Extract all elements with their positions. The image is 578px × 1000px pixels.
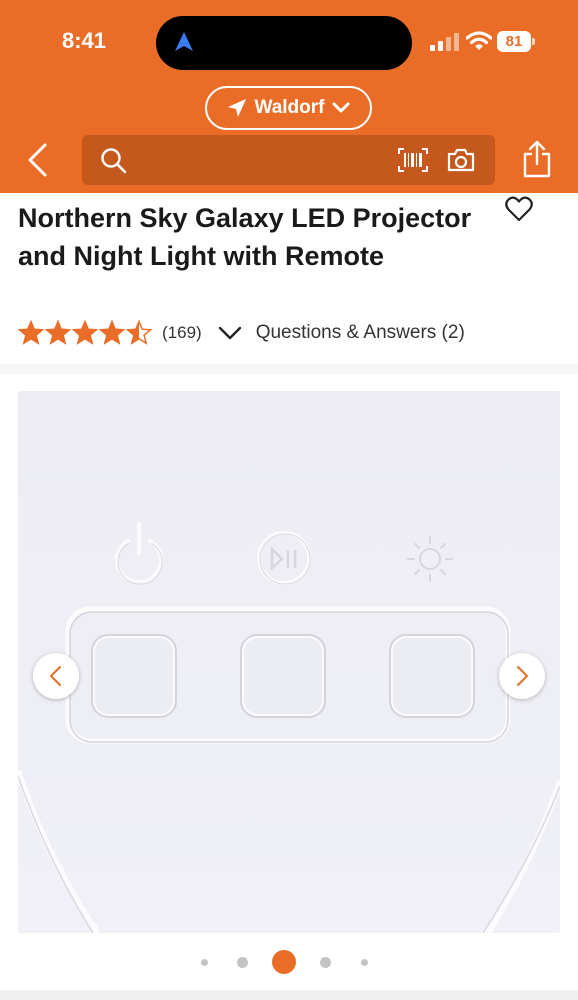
pagination-dot[interactable] (201, 959, 208, 966)
search-input[interactable] (138, 145, 388, 175)
product-image[interactable] (18, 391, 560, 933)
star-full-icon (45, 320, 71, 345)
app-header: 8:41 81 Waldorf (0, 0, 578, 193)
store-location-label: Waldorf (254, 97, 325, 118)
share-icon[interactable] (522, 140, 552, 178)
brightness-symbol-embossed (407, 536, 453, 582)
rating-row[interactable]: (169) Questions & Answers (2) (18, 318, 465, 348)
wifi-icon (466, 31, 492, 50)
battery-tip (532, 38, 535, 45)
cellular-signal-icon (430, 33, 459, 51)
dynamic-island (156, 16, 412, 70)
search-bar[interactable] (82, 135, 495, 185)
star-full-icon (18, 320, 44, 345)
section-divider (0, 364, 578, 374)
battery-level: 81 (497, 31, 531, 52)
pagination-dot-active[interactable] (272, 950, 296, 974)
location-arrow-icon (228, 99, 247, 117)
pagination-dot[interactable] (320, 957, 331, 968)
star-full-icon (99, 320, 125, 345)
review-count[interactable]: (169) (162, 323, 202, 343)
carousel-previous-button[interactable] (33, 653, 79, 699)
battery-indicator: 81 (497, 31, 535, 52)
carousel-pagination (0, 948, 578, 978)
questions-answers-link[interactable]: Questions & Answers (2) (256, 322, 465, 344)
bottom-section-strip (0, 990, 578, 1000)
product-title: Northern Sky Galaxy LED Projector and Ni… (18, 203, 472, 271)
chevron-right-icon (517, 666, 528, 686)
star-rating (18, 320, 152, 346)
camera-icon[interactable] (447, 147, 475, 173)
power-symbol-embossed (115, 522, 163, 585)
chevron-down-icon[interactable] (218, 325, 242, 341)
store-location-button[interactable]: Waldorf (205, 86, 372, 130)
play-button (240, 634, 326, 718)
star-full-icon (72, 320, 98, 345)
star-half-icon (126, 320, 152, 345)
status-time: 8:41 (62, 28, 107, 53)
pagination-dot[interactable] (361, 959, 368, 966)
search-icon (101, 148, 127, 174)
barcode-icon[interactable] (398, 148, 428, 172)
favorite-heart-icon[interactable] (505, 196, 533, 222)
pagination-dot[interactable] (237, 957, 248, 968)
brightness-button (389, 634, 475, 718)
navigation-arrow-icon (175, 32, 193, 51)
chevron-left-icon (50, 666, 61, 686)
carousel-next-button[interactable] (499, 653, 545, 699)
back-chevron-icon[interactable] (24, 142, 54, 178)
power-button (91, 634, 177, 718)
product-photo-illustration (18, 522, 560, 933)
chevron-down-icon (332, 102, 349, 113)
